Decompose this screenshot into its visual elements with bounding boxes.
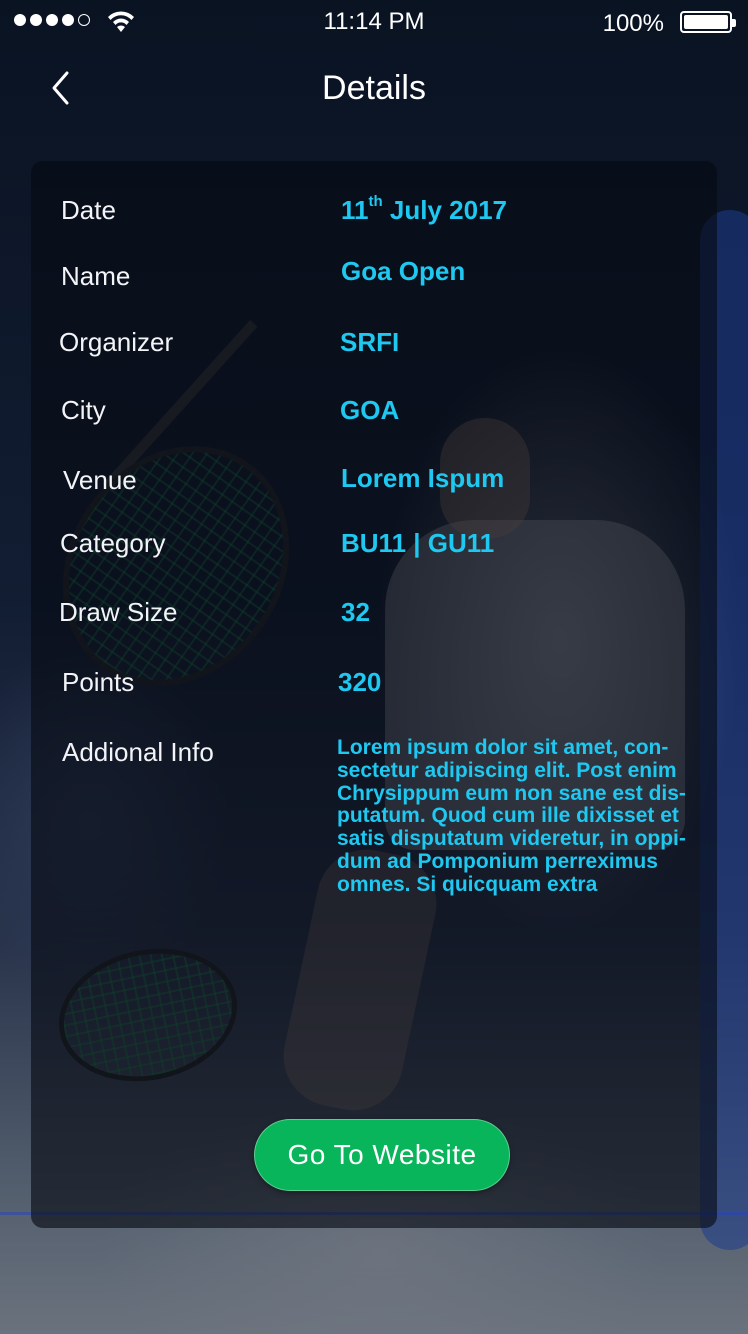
additional-info-value: Lorem ipsum dolor sit amet, con- sectetu… (337, 736, 686, 896)
page-title: Details (322, 69, 426, 107)
points-value: 320 (338, 667, 382, 697)
points-label: Points (62, 667, 135, 697)
additional-info-label: Addional Info (62, 737, 214, 767)
battery-icon (680, 11, 736, 33)
city-value: GOA (340, 395, 400, 425)
details-card: Date 11th July 2017 Name Goa Open Organi… (31, 161, 717, 1228)
date-label: Date (61, 195, 116, 225)
draw-size-value: 32 (341, 597, 370, 627)
venue-value: Lorem Ispum (341, 463, 505, 493)
name-label: Name (61, 261, 131, 291)
category-value: BU11 | GU11 (341, 528, 495, 558)
battery-percent: 100% (602, 10, 664, 37)
date-value: 11th July 2017 (341, 193, 507, 225)
organizer-value: SRFI (340, 327, 400, 357)
category-label: Category (60, 528, 166, 558)
city-label: City (61, 395, 106, 425)
venue-label: Venue (63, 465, 137, 495)
draw-size-label: Draw Size (59, 597, 178, 627)
organizer-label: Organizer (59, 327, 174, 357)
go-to-website-button[interactable]: Go To Website (254, 1119, 510, 1191)
status-bar: 11:14 PM 100% (0, 0, 748, 44)
name-value: Goa Open (341, 256, 466, 286)
